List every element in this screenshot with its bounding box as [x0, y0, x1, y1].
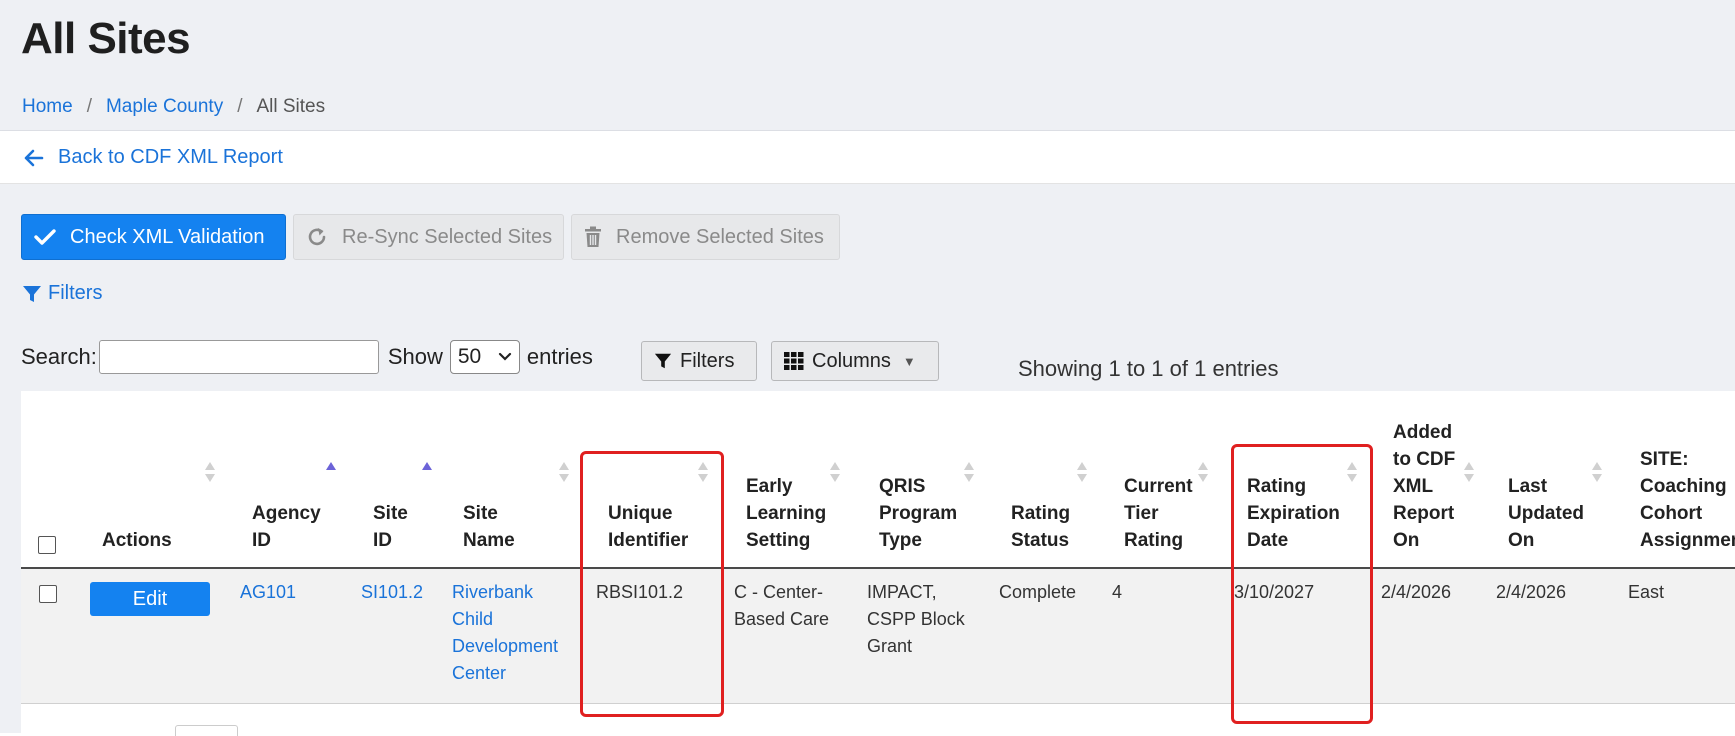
check-xml-label: Check XML Validation: [70, 225, 265, 248]
sort-both-icon[interactable]: [1197, 461, 1209, 483]
caret-down-icon: ▼: [902, 353, 916, 369]
header-added-to-cdf-xml-report-on[interactable]: Added to CDF XML Report On: [1393, 419, 1455, 554]
agency-id-link[interactable]: AG101: [240, 582, 296, 602]
cell-site-name: Riverbank Child Development Center: [452, 579, 558, 687]
page-header: All Sites Home / Maple County / All Site…: [0, 0, 1735, 131]
sort-both-icon[interactable]: [1076, 461, 1088, 483]
site-name-link[interactable]: Riverbank Child Development Center: [452, 582, 558, 683]
table-search-row: Search: Show 50 entries: [21, 340, 593, 374]
filters-toggle-link[interactable]: Filters: [22, 282, 102, 305]
entries-label: entries: [526, 344, 593, 369]
cell-coaching-cohort: East: [1628, 582, 1665, 602]
header-site-id[interactable]: Site ID: [373, 500, 408, 554]
header-qris-program-type[interactable]: QRIS Program Type: [879, 473, 957, 554]
breadcrumb-county[interactable]: Maple County: [106, 96, 223, 118]
filter-icon: [654, 353, 672, 369]
cell-site-id: SI101.2: [361, 579, 423, 606]
header-unique-identifier[interactable]: Unique Identifier: [608, 500, 688, 554]
edit-button[interactable]: Edit: [90, 582, 210, 616]
columns-button[interactable]: Columns ▼: [771, 341, 939, 381]
entries-select[interactable]: 50: [449, 340, 520, 374]
table-footer: [21, 704, 1735, 733]
cell-added-on: 2/4/2026: [1381, 582, 1452, 602]
search-input[interactable]: [98, 340, 379, 374]
sites-table: Actions Agency ID Site ID Site Name Uniq…: [21, 391, 1735, 733]
sort-both-icon[interactable]: [558, 461, 570, 483]
cell-qris-program-type: IMPACT, CSPP Block Grant: [867, 582, 965, 656]
header-agency-id[interactable]: Agency ID: [252, 500, 321, 554]
table-header-row: Actions Agency ID Site ID Site Name Uniq…: [21, 391, 1735, 569]
sort-asc-icon[interactable]: [421, 461, 433, 483]
breadcrumb-home[interactable]: Home: [22, 96, 73, 118]
entries-select-value: 50: [457, 345, 482, 368]
resync-selected-sites-button[interactable]: Re-Sync Selected Sites: [293, 214, 564, 260]
header-coaching-cohort-assignment[interactable]: SITE: Coaching Cohort Assignment: [1640, 446, 1735, 554]
breadcrumb-separator: /: [86, 96, 92, 117]
sort-both-icon[interactable]: [204, 461, 216, 483]
table-info: Showing 1 to 1 of 1 entries: [1018, 356, 1279, 381]
sort-both-icon[interactable]: [1346, 461, 1358, 483]
table-filters-label: Filters: [680, 349, 735, 372]
refresh-icon: [308, 228, 326, 246]
breadcrumb-current: All Sites: [256, 96, 326, 117]
grid-icon: [784, 352, 804, 370]
sort-both-icon[interactable]: [829, 461, 841, 483]
remove-selected-sites-button[interactable]: Remove Selected Sites: [571, 214, 840, 260]
columns-label: Columns: [812, 349, 891, 372]
sort-both-icon[interactable]: [697, 461, 709, 483]
row-select-checkbox[interactable]: [39, 585, 57, 603]
header-site-name[interactable]: Site Name: [463, 500, 515, 554]
header-current-tier-rating[interactable]: Current Tier Rating: [1124, 473, 1193, 554]
trash-icon: [585, 226, 601, 247]
cell-rating-expiration-date: 3/10/2027: [1234, 582, 1315, 602]
sort-both-icon[interactable]: [963, 461, 975, 483]
filter-icon: [23, 285, 41, 302]
cell-early-learning-setting: C - Center- Based Care: [734, 582, 830, 629]
sort-asc-icon[interactable]: [325, 461, 337, 483]
check-xml-validation-button[interactable]: Check XML Validation: [21, 214, 286, 260]
back-to-report-link[interactable]: Back to CDF XML Report: [24, 146, 283, 169]
header-last-updated-on[interactable]: Last Updated On: [1508, 473, 1584, 554]
remove-label: Remove Selected Sites: [616, 225, 824, 248]
show-label: Show: [387, 344, 443, 369]
header-actions[interactable]: Actions: [102, 527, 172, 554]
sort-both-icon[interactable]: [1591, 461, 1603, 483]
check-icon: [34, 229, 56, 245]
search-label: Search:: [21, 344, 97, 369]
main-content: Check XML Validation Re-Sync Selected Si…: [0, 184, 1735, 736]
header-rating-expiration-date[interactable]: Rating Expiration Date: [1247, 473, 1340, 554]
back-bar: Back to CDF XML Report: [0, 131, 1735, 184]
cell-current-tier-rating: 4: [1112, 582, 1123, 602]
cell-unique-identifier: RBSI101.2: [596, 582, 684, 602]
table-row: Edit AG101 SI101.2 Riverbank Child Devel…: [21, 569, 1735, 704]
breadcrumb-separator: /: [237, 96, 243, 117]
cell-last-updated-on: 2/4/2026: [1496, 582, 1567, 602]
site-id-link[interactable]: SI101.2: [361, 582, 423, 602]
sort-both-icon[interactable]: [1463, 461, 1475, 483]
back-link-label: Back to CDF XML Report: [58, 146, 283, 168]
page-length-control[interactable]: [175, 725, 238, 736]
header-early-learning-setting[interactable]: Early Learning Setting: [746, 473, 826, 554]
page-title: All Sites: [21, 14, 191, 63]
cell-rating-status: Complete: [999, 582, 1077, 602]
table-filters-button[interactable]: Filters: [641, 341, 757, 381]
arrow-left-icon: [24, 149, 44, 166]
chevron-down-icon: [498, 352, 511, 361]
breadcrumb: Home / Maple County / All Sites: [22, 96, 325, 118]
select-all-checkbox[interactable]: [38, 536, 56, 554]
resync-label: Re-Sync Selected Sites: [342, 225, 553, 248]
cell-agency-id: AG101: [240, 579, 296, 606]
header-rating-status[interactable]: Rating Status: [1011, 500, 1070, 554]
filters-link-label: Filters: [48, 282, 103, 304]
